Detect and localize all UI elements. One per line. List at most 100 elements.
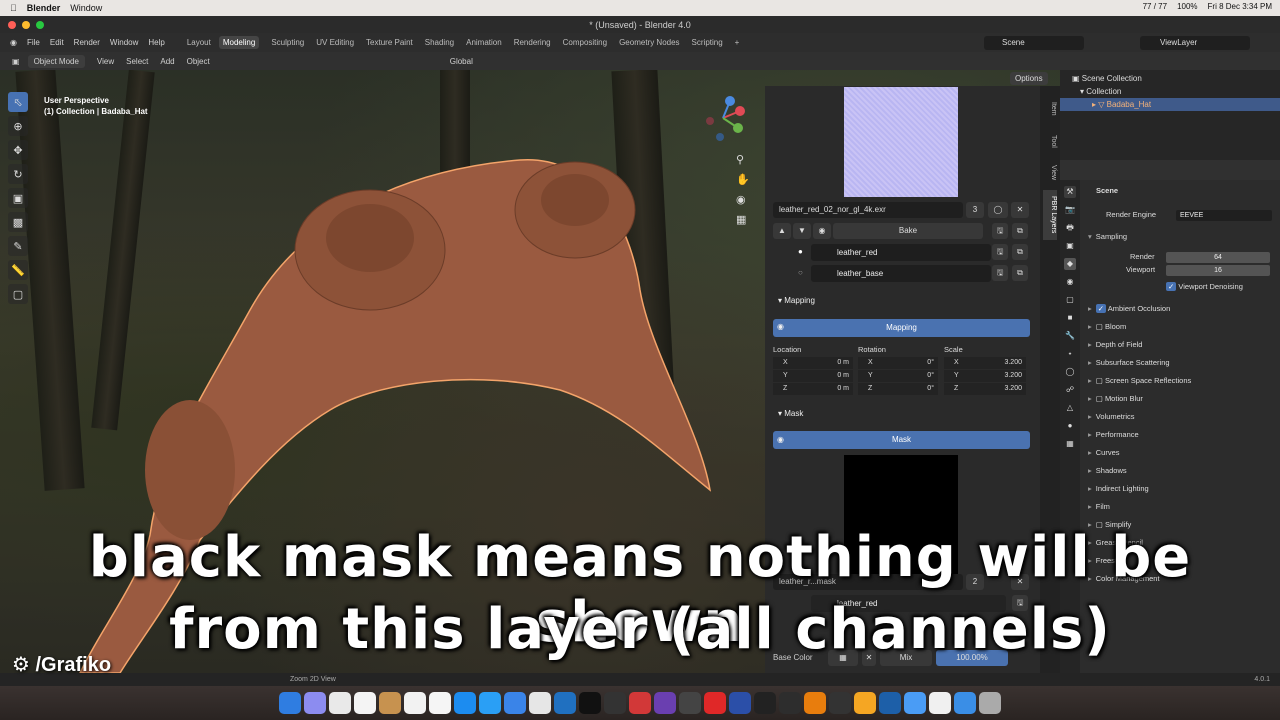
navigation-gizmo[interactable] (700, 95, 746, 141)
active-layer-radio-icon[interactable]: ● (798, 247, 803, 256)
workspace-tab-shading[interactable]: Shading (425, 38, 454, 47)
workspace-tab-layout[interactable]: Layout (187, 38, 211, 47)
cursor-icon[interactable]: ⊕ (8, 116, 28, 136)
copy-icon[interactable]: ⧉ (1012, 223, 1028, 239)
panel-bloom[interactable]: ▸ ▢ Bloom (1088, 319, 1274, 335)
render-properties-icon[interactable]: 📷 (1064, 204, 1076, 216)
screenshot-icon[interactable] (829, 692, 851, 714)
measure-icon[interactable]: 📏 (8, 260, 28, 280)
texture-name-field[interactable]: leather_red_02_nor_gl_4k.exr (773, 202, 963, 218)
constraints-icon[interactable]: ☍ (1064, 384, 1076, 396)
camera-icon[interactable]: ◉ (736, 190, 752, 210)
launchpad-icon[interactable] (304, 692, 326, 714)
render-engine-dropdown[interactable]: EEVEE (1176, 210, 1272, 221)
workspace-tab-sculpting[interactable]: Sculpting (271, 38, 304, 47)
texture-icon[interactable]: ▦ (1064, 438, 1076, 450)
outliner-collection[interactable]: ▾ Collection (1060, 85, 1280, 98)
battery-counter[interactable]: 77 / 77 (1143, 2, 1167, 11)
vlc-icon[interactable] (854, 692, 876, 714)
openai-icon[interactable] (604, 692, 626, 714)
workspace-tab-texture-paint[interactable]: Texture Paint (366, 38, 413, 47)
workspace-tab-animation[interactable]: Animation (466, 38, 502, 47)
panel-indirect-lighting[interactable]: ▸ Indirect Lighting (1088, 481, 1274, 497)
finder-icon[interactable] (279, 692, 301, 714)
layer-copy-icon[interactable]: ⧉ (1012, 244, 1028, 260)
acrobat-icon[interactable] (704, 692, 726, 714)
panel-curves[interactable]: ▸ Curves (1088, 445, 1274, 461)
menu-add[interactable]: Add (160, 57, 174, 66)
data-icon[interactable]: △ (1064, 402, 1076, 414)
scale-y-field[interactable]: Y 3.200 (944, 370, 1026, 382)
panel-subsurface-scattering[interactable]: ▸ Subsurface Scattering (1088, 355, 1274, 371)
outliner-badaba-hat[interactable]: ▸ ▽ Badaba_Hat (1060, 98, 1280, 111)
folder-icon[interactable] (904, 692, 926, 714)
files-icon[interactable] (479, 692, 501, 714)
transform-icon[interactable]: ▩ (8, 212, 28, 232)
move-icon[interactable]: ✥ (8, 140, 28, 160)
collection-icon[interactable]: ▢ (1064, 294, 1076, 306)
panel-motion-blur[interactable]: ▸ ▢ Motion Blur (1088, 391, 1274, 407)
minimize-window-button[interactable] (22, 21, 30, 29)
panel-film[interactable]: ▸ Film (1088, 499, 1274, 515)
textedit-icon[interactable] (429, 692, 451, 714)
downloads-folder-icon[interactable] (954, 692, 976, 714)
mask-button[interactable]: Mask (773, 431, 1030, 449)
layer-leather-base[interactable]: leather_base (811, 265, 991, 282)
texture-users-count[interactable]: 3 (966, 202, 984, 218)
location-y-field[interactable]: Y0 m (773, 370, 853, 382)
inactive-layer-radio-icon[interactable]: ○ (798, 268, 803, 277)
world-properties-icon[interactable]: ◉ (1064, 276, 1076, 288)
trash-icon[interactable] (979, 692, 1001, 714)
mapping-eye-icon[interactable]: ◉ (777, 322, 784, 331)
menu-select[interactable]: Select (126, 57, 148, 66)
view-layer-icon[interactable]: ▣ (1064, 240, 1076, 252)
script-editor-icon[interactable] (504, 692, 526, 714)
particles-icon[interactable]: ⋆ (1064, 348, 1076, 360)
tab-item[interactable]: Item (1043, 94, 1057, 124)
layer-save-icon[interactable]: 🖫 (992, 244, 1008, 260)
apple-icon[interactable]:  (10, 3, 17, 13)
workspace-tab-scripting[interactable]: Scripting (692, 38, 723, 47)
save-icon[interactable]: 🖫 (992, 223, 1008, 239)
vscode-icon[interactable] (554, 692, 576, 714)
orientation-dropdown[interactable]: Global (450, 57, 473, 66)
scale-icon[interactable]: ▣ (8, 188, 28, 208)
add-workspace-icon[interactable]: + (735, 38, 740, 47)
grid-view-icon[interactable]: ▦ (736, 210, 752, 230)
location-z-field[interactable]: Z0 m (773, 383, 853, 395)
layer-save-icon[interactable]: 🖫 (992, 265, 1008, 281)
outliner-scene-collection[interactable]: ▣ Scene Collection (1060, 72, 1280, 85)
panel-volumetrics[interactable]: ▸ Volumetrics (1088, 409, 1274, 425)
zoom-icon[interactable]: ⚲ (736, 150, 752, 170)
panel-depth-of-field[interactable]: ▸ Depth of Field (1088, 337, 1274, 353)
reminders-icon[interactable] (404, 692, 426, 714)
viewport-denoising-checkbox[interactable]: ✓ Viewport Denoising (1166, 279, 1280, 295)
rotation-y-field[interactable]: Y 0° (858, 370, 938, 382)
chrome-icon[interactable] (529, 692, 551, 714)
macos-window-menu[interactable]: Window (70, 3, 102, 13)
options-dropdown[interactable]: Options (1010, 72, 1048, 85)
layer-copy-icon[interactable]: ⧉ (1012, 265, 1028, 281)
menu-window[interactable]: Window (110, 38, 138, 47)
add-cube-icon[interactable]: ▢ (8, 284, 28, 304)
mask-section-header[interactable]: ▾ Mask (778, 409, 803, 418)
mapping-section-header[interactable]: ▾ Mapping (778, 296, 815, 305)
panel-performance[interactable]: ▸ Performance (1088, 427, 1274, 443)
menu-view[interactable]: View (97, 57, 114, 66)
menu-help[interactable]: Help (148, 38, 164, 47)
tab-pbr-layers[interactable]: PBR Layers (1043, 190, 1057, 240)
object-properties-icon[interactable]: ■ (1064, 312, 1076, 324)
panel-ambient-occlusion[interactable]: ▸ ✓ Ambient Occlusion (1088, 301, 1274, 317)
panel-shadows[interactable]: ▸ Shadows (1088, 463, 1274, 479)
macos-app-menu[interactable]: Blender (27, 3, 61, 13)
move-layer-down-icon[interactable]: ▼ (793, 223, 811, 239)
location-x-field[interactable]: X0 m (773, 357, 853, 369)
scale-x-field[interactable]: X 3.200 (944, 357, 1026, 369)
sampling-panel-header[interactable]: ▾ Sampling (1088, 229, 1274, 245)
notes-app-icon[interactable] (379, 692, 401, 714)
editor-type-icon[interactable]: ▣ (12, 57, 20, 66)
scene-properties-icon[interactable]: ◆ (1064, 258, 1076, 270)
rar-icon[interactable] (629, 692, 651, 714)
rotation-x-field[interactable]: X 0° (858, 357, 938, 369)
close-window-button[interactable] (8, 21, 16, 29)
